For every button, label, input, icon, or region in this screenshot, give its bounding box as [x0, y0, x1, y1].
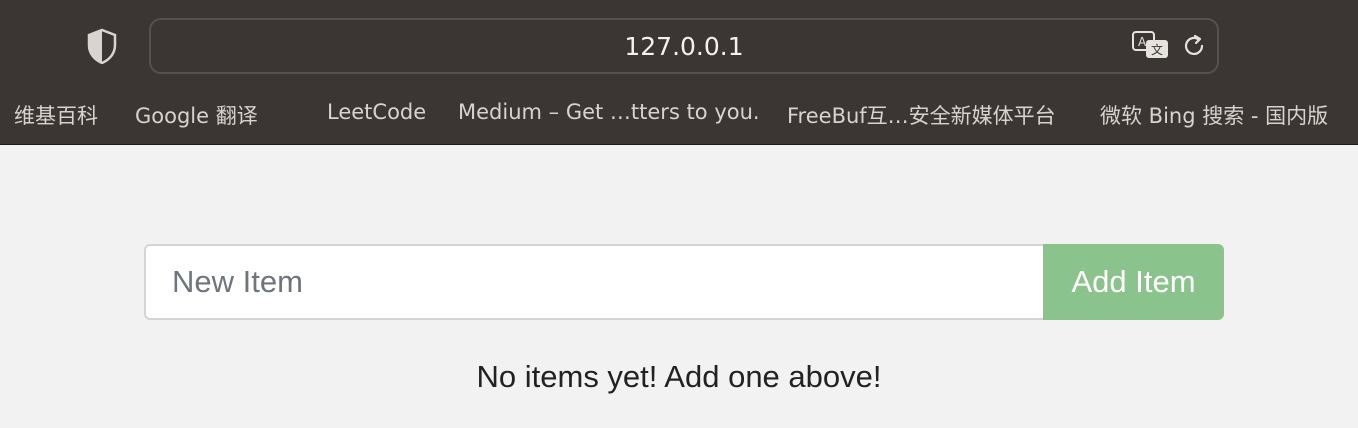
add-item-button[interactable]: Add Item: [1043, 244, 1224, 320]
new-item-input[interactable]: [144, 244, 1045, 320]
page-content: Add Item No items yet! Add one above!: [0, 146, 1358, 428]
bookmark-freebuf[interactable]: FreeBuf互…安全新媒体平台: [787, 100, 1056, 130]
browser-toolbar: 127.0.0.1 A 文 维基百科 Google 翻译 LeetCode Me…: [0, 0, 1358, 145]
reload-icon[interactable]: [1181, 33, 1207, 59]
svg-text:A: A: [1138, 35, 1147, 49]
shield-icon[interactable]: [86, 28, 118, 64]
translate-icon[interactable]: A 文: [1132, 31, 1170, 61]
svg-text:文: 文: [1151, 42, 1163, 57]
bookmark-bing[interactable]: 微软 Bing 搜索 - 国内版: [1100, 100, 1328, 130]
bookmark-leetcode[interactable]: LeetCode: [327, 100, 426, 124]
bookmarks-bar: 维基百科 Google 翻译 LeetCode Medium – Get …tt…: [0, 96, 1358, 132]
empty-list-message: No items yet! Add one above!: [476, 359, 882, 394]
bookmark-medium[interactable]: Medium – Get …tters to you.: [458, 100, 760, 124]
url-text[interactable]: 127.0.0.1: [151, 32, 1217, 61]
bookmark-google-translate[interactable]: Google 翻译: [135, 100, 258, 130]
bookmark-wikipedia[interactable]: 维基百科: [14, 100, 98, 130]
address-bar[interactable]: 127.0.0.1 A 文: [149, 18, 1219, 74]
